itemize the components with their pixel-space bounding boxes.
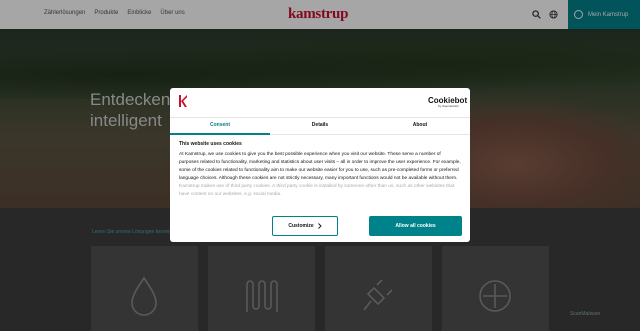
customize-button[interactable]: Customize xyxy=(272,216,338,236)
dialog-paragraph: At Kamstrup, we use cookies to give you … xyxy=(179,152,461,182)
customize-label: Customize xyxy=(288,223,314,229)
cookie-consent-dialog: Cookiebot by Usercentrics Consent Detail… xyxy=(170,88,470,242)
tab-consent[interactable]: Consent xyxy=(170,118,270,135)
text-fade xyxy=(170,195,470,205)
allow-all-cookies-button[interactable]: Allow all cookies xyxy=(369,216,462,236)
chevron-right-icon xyxy=(317,223,322,229)
tab-details[interactable]: Details xyxy=(270,118,370,134)
consent-tabs: Consent Details About xyxy=(170,117,470,135)
kamstrup-k-icon xyxy=(179,95,187,107)
tab-about[interactable]: About xyxy=(370,118,470,134)
dialog-heading: This website uses cookies xyxy=(179,141,242,147)
cookiebot-byline: by Usercentrics xyxy=(438,104,459,108)
